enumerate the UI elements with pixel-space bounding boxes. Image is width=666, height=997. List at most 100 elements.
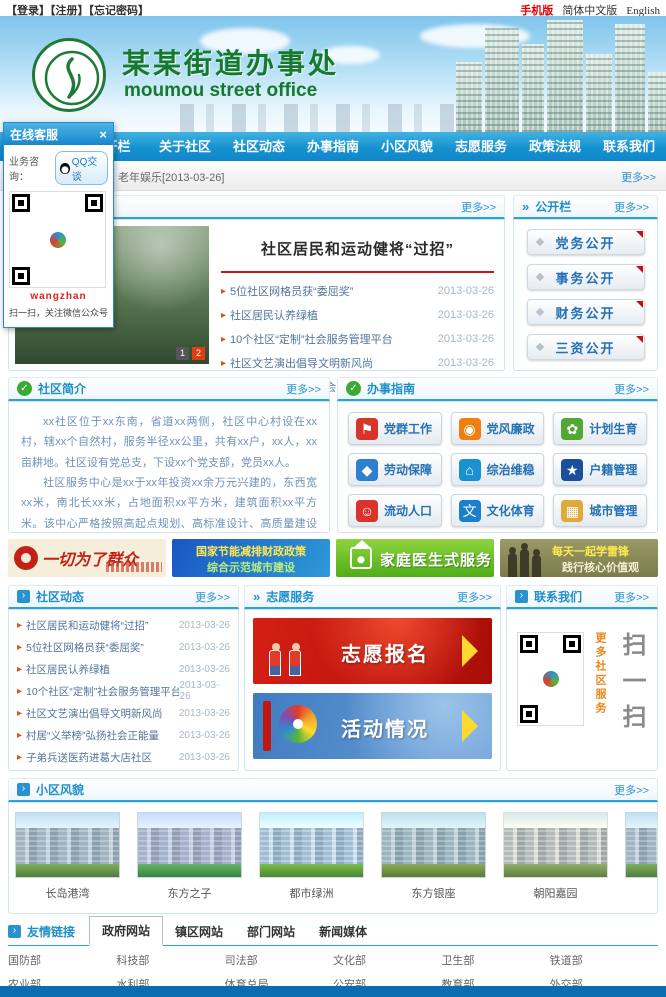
guide-more-link[interactable]: 更多>> bbox=[614, 381, 649, 397]
nav-item-dynamics[interactable]: 社区动态 bbox=[222, 132, 296, 161]
banner-learn-leifeng[interactable]: 每天一起学雷锋 践行核心价值观 bbox=[500, 539, 658, 577]
ticker-more-link[interactable]: 更多>> bbox=[621, 169, 656, 185]
banner-for-the-people[interactable]: 一切为了群众 bbox=[8, 539, 166, 577]
family-planning-icon: ✿ bbox=[561, 418, 583, 440]
openboard-more-link[interactable]: 更多>> bbox=[614, 199, 649, 215]
dynamics-item-link[interactable]: 社区居民认养绿植 bbox=[26, 662, 110, 677]
banner-family-doctor[interactable]: 家庭医生式服务 bbox=[336, 539, 494, 577]
scenery-photo-card[interactable]: 朝阳嘉园 bbox=[503, 812, 608, 901]
guide-city-management-button[interactable]: ▦城市管理 bbox=[553, 494, 647, 527]
dynamics-item-link[interactable]: 5位社区网格员获“委屈奖” bbox=[26, 640, 144, 655]
tab-town-sites[interactable]: 镇区网站 bbox=[163, 918, 235, 945]
banner-energy-policy[interactable]: 国家节能减排财政政策 综合示范城市建设 bbox=[172, 539, 330, 577]
intro-more-link[interactable]: 更多>> bbox=[286, 381, 321, 397]
party-affairs-button[interactable]: 党务公开 bbox=[527, 229, 645, 255]
guide-section-header: ✓ 办事指南 更多>> bbox=[337, 377, 658, 401]
chevron-right-icon bbox=[462, 635, 478, 667]
footer-link[interactable]: 文化部 bbox=[333, 952, 441, 968]
arrow-icon: › bbox=[17, 783, 30, 796]
pinwheel-icon bbox=[279, 705, 317, 743]
scenery-photo-card[interactable]: 东方银座 bbox=[381, 812, 486, 901]
assets-affairs-button[interactable]: 三资公开 bbox=[527, 334, 645, 360]
dynamics-more-link[interactable]: 更多>> bbox=[195, 589, 230, 605]
guide-family-planning-button[interactable]: ✿计划生育 bbox=[553, 412, 647, 445]
nav-item-contact[interactable]: 联系我们 bbox=[592, 132, 666, 161]
footer-link[interactable]: 科技部 bbox=[116, 952, 224, 968]
site-header: 某某街道办事处 moumou street office bbox=[0, 16, 666, 132]
dynamics-box: ▸社区居民和运动健将“过招”2013-03-26 ▸5位社区网格员获“委屈奖”2… bbox=[8, 609, 239, 771]
scenery-photo-card[interactable]: 东方之子 bbox=[137, 812, 242, 901]
contact-qr-code bbox=[517, 632, 584, 726]
nav-item-policy[interactable]: 政策法规 bbox=[518, 132, 592, 161]
news-item-link[interactable]: 10个社区“定制”社会服务管理平台 bbox=[230, 331, 393, 347]
nav-item-volunteer[interactable]: 志愿服务 bbox=[444, 132, 518, 161]
scenery-box: 长岛港湾 东方之子 都市绿洲 东方银座 朝阳嘉园 bbox=[8, 802, 658, 914]
guide-migrant-population-button[interactable]: ☺流动人口 bbox=[348, 494, 442, 527]
ticker-text[interactable]: 老年娱乐[2013-03-26] bbox=[118, 169, 224, 185]
footer-link[interactable]: 司法部 bbox=[225, 952, 333, 968]
chevrons-icon: » bbox=[253, 589, 260, 604]
dynamics-item-link[interactable]: 社区居民和运动健将“过招” bbox=[26, 618, 149, 633]
guide-party-integrity-button[interactable]: ◉党风廉政 bbox=[451, 412, 545, 445]
divider bbox=[221, 271, 494, 273]
guide-labor-security-button[interactable]: ◆劳动保障 bbox=[348, 453, 442, 486]
scenery-photo-card[interactable]: 长岛港湾 bbox=[15, 812, 120, 901]
volunteer-more-link[interactable]: 更多>> bbox=[457, 589, 492, 605]
contact-box: 更多社区服务 扫一扫 bbox=[506, 609, 658, 771]
service-panel-title: 在线客服 bbox=[10, 126, 58, 143]
news-item-link[interactable]: 社区居民认养绿植 bbox=[230, 307, 318, 323]
bullet-icon: ▸ bbox=[221, 334, 226, 345]
estate-photo bbox=[137, 812, 242, 878]
news-item-link[interactable]: 社区文艺演出倡导文明新风尚 bbox=[230, 355, 373, 371]
dynamics-item-link[interactable]: 10个社区“定制”社会服务管理平台 bbox=[26, 684, 179, 699]
nav-item-guide[interactable]: 办事指南 bbox=[296, 132, 370, 161]
finance-affairs-button[interactable]: 财务公开 bbox=[527, 299, 645, 325]
seal-icon bbox=[14, 546, 38, 570]
news-headline-link[interactable]: 社区居民和运动健将“过招” bbox=[221, 238, 494, 259]
bullet-icon: ▸ bbox=[221, 310, 226, 321]
volunteer-title: 志愿服务 bbox=[266, 588, 314, 605]
people-icon: ☺ bbox=[356, 500, 378, 522]
scenery-photo-card[interactable] bbox=[625, 812, 657, 901]
footer-bar bbox=[0, 986, 666, 997]
news-item-link[interactable]: 5位社区网格员获“委屈奖” bbox=[230, 283, 353, 299]
footer-link[interactable]: 卫生部 bbox=[441, 952, 549, 968]
community-affairs-button[interactable]: 事务公开 bbox=[527, 264, 645, 290]
activity-status-banner[interactable]: 活动情况 bbox=[253, 693, 492, 759]
nav-item-about[interactable]: 关于社区 bbox=[148, 132, 222, 161]
pager-1-button[interactable]: 1 bbox=[176, 347, 189, 360]
close-icon[interactable]: × bbox=[99, 127, 107, 142]
footer-link[interactable]: 铁道部 bbox=[550, 952, 658, 968]
guide-culture-sports-button[interactable]: 文文化体育 bbox=[451, 494, 545, 527]
bullet-icon: ▸ bbox=[221, 358, 226, 369]
tab-government-sites[interactable]: 政府网站 bbox=[89, 916, 163, 946]
dynamics-item: ▸10个社区“定制”社会服务管理平台2013-03-26 bbox=[17, 680, 230, 702]
news-list-item: ▸ 10个社区“定制”社会服务管理平台 2013-03-26 bbox=[221, 327, 494, 351]
page: 【登录】【注册】【忘记密码】 手机版 简体中文版 English 某某街道办事处… bbox=[0, 0, 666, 997]
friendly-links-title: 友情链接 bbox=[27, 923, 75, 940]
dynamics-item-link[interactable]: 子弟兵送医药进葛大店社区 bbox=[26, 750, 152, 765]
dynamics-item-link[interactable]: 社区文艺演出倡导文明新风尚 bbox=[26, 706, 163, 721]
topbar: 【登录】【注册】【忘记密码】 手机版 简体中文版 English bbox=[0, 0, 666, 16]
chevron-right-icon bbox=[462, 710, 478, 742]
contact-more-link[interactable]: 更多>> bbox=[614, 589, 649, 605]
guide-stability-button[interactable]: ⌂综治维稳 bbox=[451, 453, 545, 486]
scan-label: 扫一扫 bbox=[614, 632, 649, 740]
check-icon: ✓ bbox=[346, 381, 361, 396]
scenery-photo-card[interactable]: 都市绿洲 bbox=[259, 812, 364, 901]
guide-household-registry-button[interactable]: ★户籍管理 bbox=[553, 453, 647, 486]
guide-party-work-button[interactable]: ⚑党群工作 bbox=[348, 412, 442, 445]
qq-chat-button[interactable]: QQ交谈 bbox=[55, 151, 108, 185]
tab-news-media[interactable]: 新闻媒体 bbox=[307, 918, 379, 945]
qr-logo-icon bbox=[541, 669, 561, 689]
tab-department-sites[interactable]: 部门网站 bbox=[235, 918, 307, 945]
volunteer-signup-banner[interactable]: 志愿报名 bbox=[253, 618, 492, 684]
nav-item-scenery[interactable]: 小区风貌 bbox=[370, 132, 444, 161]
bullet-icon: ▸ bbox=[221, 286, 226, 297]
news-more-link[interactable]: 更多>> bbox=[461, 199, 496, 215]
scenery-more-link[interactable]: 更多>> bbox=[614, 782, 649, 798]
volunteer-figure-icon bbox=[289, 650, 301, 676]
dynamics-item-link[interactable]: 村居“义举榜”弘扬社会正能量 bbox=[26, 728, 159, 743]
pager-2-button[interactable]: 2 bbox=[192, 347, 205, 360]
footer-link[interactable]: 国防部 bbox=[8, 952, 116, 968]
